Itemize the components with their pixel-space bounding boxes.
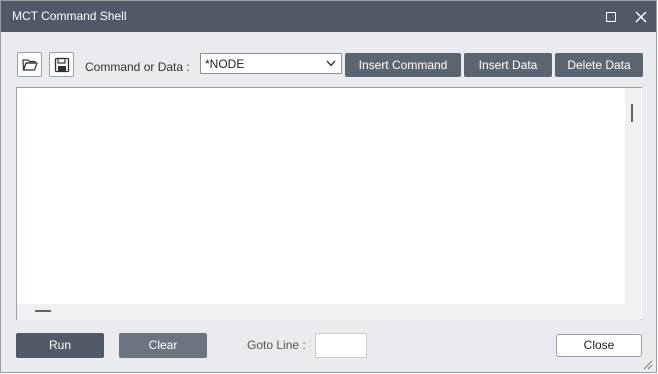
save-file-button[interactable]: [49, 52, 74, 77]
command-editor[interactable]: [16, 87, 642, 320]
clear-button[interactable]: Clear: [119, 333, 207, 358]
insert-command-label: Insert Command: [358, 58, 448, 72]
close-button[interactable]: Close: [556, 334, 642, 357]
resize-grip-icon[interactable]: [641, 358, 653, 370]
open-file-button[interactable]: [17, 52, 42, 77]
title-bar: MCT Command Shell: [1, 1, 656, 32]
maximize-icon: [606, 12, 616, 22]
command-or-data-label: Command or Data :: [85, 60, 190, 74]
goto-line-input[interactable]: [315, 333, 367, 358]
delete-data-label: Delete Data: [567, 58, 631, 72]
vertical-scrollbar[interactable]: [625, 88, 641, 304]
floppy-save-icon: [54, 57, 70, 73]
maximize-button[interactable]: [601, 7, 621, 27]
insert-data-button[interactable]: Insert Data: [464, 53, 552, 77]
horizontal-scrollbar[interactable]: [17, 304, 641, 320]
run-button[interactable]: Run: [16, 333, 104, 358]
vertical-scroll-thumb[interactable]: [631, 104, 633, 122]
chevron-down-icon: [326, 60, 336, 67]
goto-line-label: Goto Line :: [247, 338, 306, 352]
mct-command-shell-window: MCT Command Shell Command or Data : *NOD…: [0, 0, 657, 373]
horizontal-scroll-thumb[interactable]: [35, 310, 51, 312]
command-select[interactable]: *NODE: [200, 53, 342, 74]
insert-data-label: Insert Data: [478, 58, 538, 72]
folder-open-icon: [22, 59, 38, 71]
clear-label: Clear: [148, 338, 178, 352]
window-title: MCT Command Shell: [12, 9, 127, 23]
run-label: Run: [48, 338, 71, 352]
window-close-button[interactable]: [631, 7, 651, 27]
close-icon: [635, 11, 647, 23]
insert-command-button[interactable]: Insert Command: [345, 53, 461, 77]
close-label: Close: [583, 338, 615, 352]
command-select-value: *NODE: [205, 57, 245, 71]
delete-data-button[interactable]: Delete Data: [555, 53, 643, 77]
